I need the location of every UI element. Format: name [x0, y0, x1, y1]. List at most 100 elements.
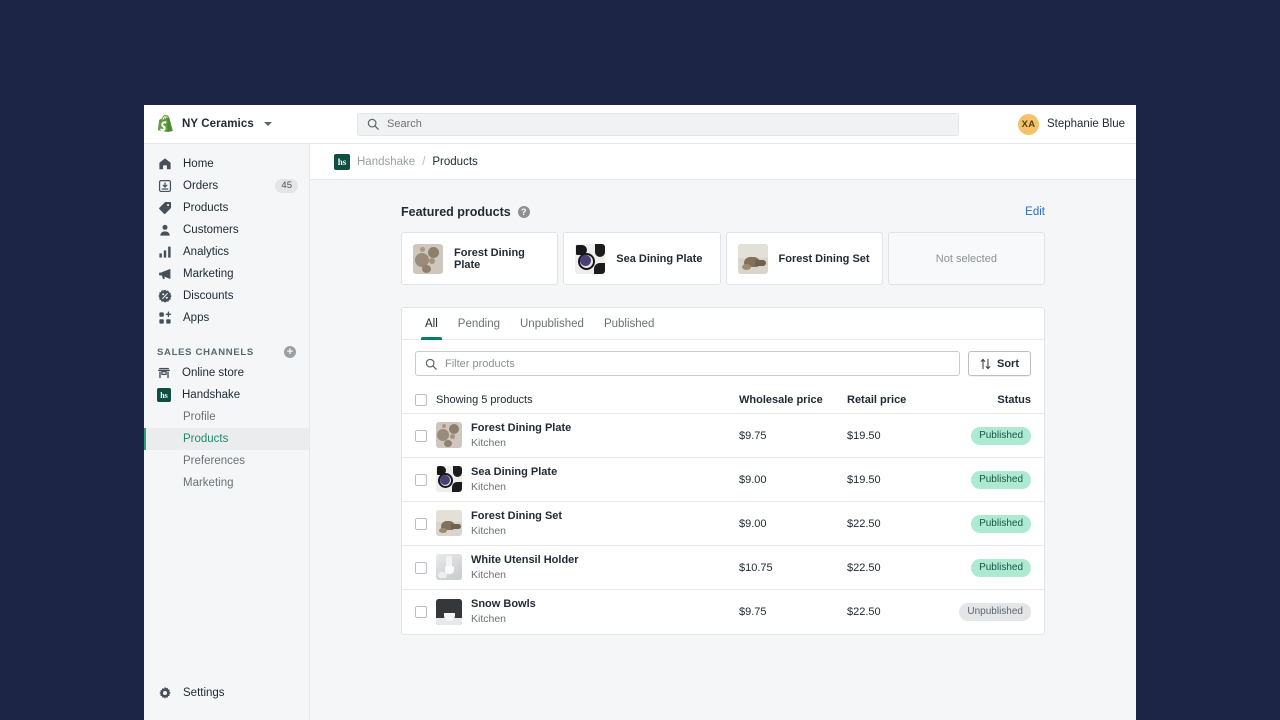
- sidebar-item-preferences[interactable]: Preferences: [144, 450, 309, 472]
- row-checkbox[interactable]: [415, 518, 427, 530]
- tab-label: All: [425, 318, 438, 330]
- help-icon[interactable]: ?: [518, 206, 530, 218]
- sidebar-item-label: Settings: [183, 687, 298, 699]
- row-checkbox[interactable]: [415, 606, 427, 618]
- sidebar-item-handshake-marketing[interactable]: Marketing: [144, 472, 309, 494]
- products-tag-icon: [157, 201, 172, 216]
- sidebar-item-apps[interactable]: Apps: [144, 307, 309, 329]
- handshake-app-logo-icon: hs: [334, 154, 350, 170]
- status-badge: Published: [971, 515, 1031, 533]
- add-channel-plus-icon[interactable]: +: [284, 346, 296, 358]
- table-row[interactable]: Snow Bowls Kitchen $9.75 $22.50 Unpublis…: [402, 590, 1044, 634]
- sidebar-item-label: Handshake: [182, 389, 240, 401]
- row-checkbox[interactable]: [415, 562, 427, 574]
- sidebar-item-online-store[interactable]: Online store: [144, 362, 309, 384]
- user-menu[interactable]: XA Stephanie Blue: [1018, 114, 1136, 135]
- filter-products-input[interactable]: Filter products: [415, 351, 960, 376]
- product-name: Forest Dining Plate: [471, 421, 571, 436]
- breadcrumb-separator: /: [422, 156, 425, 168]
- tab-label: Published: [604, 318, 655, 330]
- sidebar-item-label: Customers: [183, 224, 298, 236]
- breadcrumb-parent[interactable]: Handshake: [357, 156, 415, 168]
- row-checkbox[interactable]: [415, 474, 427, 486]
- handshake-logo-text: hs: [157, 388, 171, 402]
- shopify-admin-window: NY Ceramics Search XA Stephanie Blue: [144, 105, 1136, 720]
- tab-pending[interactable]: Pending: [448, 308, 510, 339]
- sidebar-item-profile[interactable]: Profile: [144, 406, 309, 428]
- sidebar-item-analytics[interactable]: Analytics: [144, 241, 309, 263]
- analytics-bars-icon: [157, 245, 172, 260]
- search-input[interactable]: Search: [357, 113, 959, 136]
- featured-card-empty-label: Not selected: [936, 253, 997, 265]
- orders-icon: [157, 179, 172, 194]
- tab-unpublished[interactable]: Unpublished: [510, 308, 594, 339]
- table-row[interactable]: Forest Dining Plate Kitchen $9.75 $19.50…: [402, 414, 1044, 458]
- featured-card-empty[interactable]: Not selected: [888, 232, 1045, 285]
- search-area: Search: [310, 113, 1018, 136]
- sidebar-item-label: Orders: [183, 180, 264, 192]
- table-row[interactable]: White Utensil Holder Kitchen $10.75 $22.…: [402, 546, 1044, 590]
- sidebar-item-orders[interactable]: Orders 45: [144, 175, 309, 197]
- sidebar-item-discounts[interactable]: Discounts: [144, 285, 309, 307]
- featured-card[interactable]: Sea Dining Plate: [563, 232, 720, 285]
- table-row[interactable]: Sea Dining Plate Kitchen $9.00 $19.50 Pu…: [402, 458, 1044, 502]
- featured-card[interactable]: Forest Dining Set: [726, 232, 883, 285]
- filter-placeholder-text: Filter products: [445, 358, 515, 370]
- row-checkbox[interactable]: [415, 430, 427, 442]
- sidebar-item-handshake[interactable]: hs Handshake: [144, 384, 309, 406]
- featured-card-label: Forest Dining Plate: [454, 247, 546, 271]
- search-icon: [367, 118, 379, 130]
- product-status-tabs: All Pending Unpublished Published: [402, 308, 1044, 340]
- wholesale-price: $9.75: [739, 430, 847, 442]
- sidebar-item-label: Discounts: [183, 290, 298, 302]
- sales-channels-title: SALES CHANNELS: [157, 347, 254, 358]
- tab-all[interactable]: All: [415, 308, 448, 339]
- select-all-checkbox[interactable]: [415, 394, 427, 406]
- page-title: Featured products: [401, 205, 511, 219]
- product-name: Sea Dining Plate: [471, 465, 557, 480]
- sort-button[interactable]: Sort: [968, 351, 1031, 376]
- sidebar-item-marketing[interactable]: Marketing: [144, 263, 309, 285]
- sidebar-item-settings[interactable]: Settings: [144, 682, 309, 704]
- page-content: Featured products ? Edit: [310, 180, 1136, 720]
- sidebar-item-home[interactable]: Home: [144, 153, 309, 175]
- featured-card[interactable]: Forest Dining Plate: [401, 232, 558, 285]
- wholesale-price: $9.00: [739, 518, 847, 530]
- sidebar-item-label: Apps: [183, 312, 298, 324]
- featured-card-label: Forest Dining Set: [779, 253, 870, 265]
- table-row[interactable]: Forest Dining Set Kitchen $9.00 $22.50 P…: [402, 502, 1044, 546]
- home-icon: [157, 157, 172, 172]
- featured-products-header: Featured products ? Edit: [401, 205, 1045, 219]
- product-category: Kitchen: [471, 436, 571, 450]
- sidebar-subitem-label: Profile: [183, 411, 216, 423]
- sidebar-item-handshake-products[interactable]: Products: [144, 428, 309, 450]
- product-thumbnail: [436, 554, 462, 580]
- product-category: Kitchen: [471, 612, 536, 626]
- sidebar-item-customers[interactable]: Customers: [144, 219, 309, 241]
- product-thumbnail: [413, 244, 443, 274]
- sidebar-item-label: Products: [183, 202, 298, 214]
- customers-person-icon: [157, 223, 172, 238]
- sidebar-subitem-label: Preferences: [183, 455, 245, 467]
- product-thumbnail: [738, 244, 768, 274]
- wholesale-price: $9.75: [739, 606, 847, 618]
- products-count-label: Showing 5 products: [436, 394, 739, 406]
- top-bar: NY Ceramics Search XA Stephanie Blue: [144, 105, 1136, 144]
- status-badge: Published: [971, 559, 1031, 577]
- product-thumbnail: [436, 466, 462, 492]
- discounts-icon: [157, 289, 172, 304]
- featured-products-row: Forest Dining Plate Sea: [401, 232, 1045, 285]
- edit-featured-link[interactable]: Edit: [1025, 206, 1045, 218]
- status-badge: Published: [971, 471, 1031, 489]
- retail-price: $22.50: [847, 562, 947, 574]
- breadcrumb: hs Handshake / Products: [310, 144, 1136, 180]
- featured-card-label: Sea Dining Plate: [616, 253, 702, 265]
- search-icon: [425, 358, 437, 370]
- tab-published[interactable]: Published: [594, 308, 665, 339]
- store-switcher[interactable]: NY Ceramics: [144, 115, 310, 134]
- product-category: Kitchen: [471, 568, 579, 582]
- avatar: XA: [1018, 114, 1039, 135]
- sidebar-item-products[interactable]: Products: [144, 197, 309, 219]
- product-name: Forest Dining Set: [471, 509, 562, 524]
- products-card: All Pending Unpublished Published: [401, 307, 1045, 635]
